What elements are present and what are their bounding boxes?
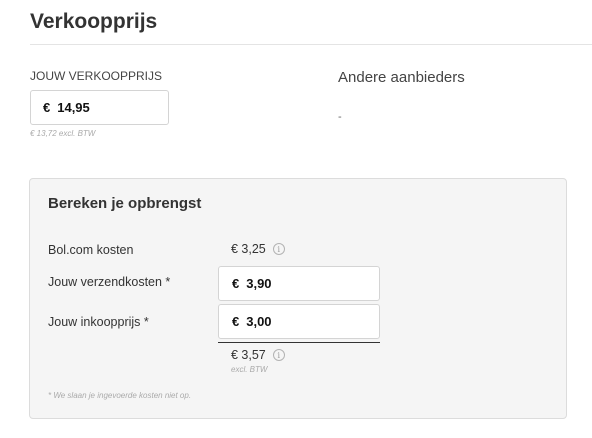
- calculator-title: Bereken je opbrengst: [48, 195, 202, 212]
- other-sellers-title: Andere aanbieders: [338, 69, 465, 86]
- info-icon[interactable]: i: [272, 349, 285, 361]
- purchase-price-input[interactable]: € 3,00: [218, 304, 380, 339]
- revenue-result-value: € 3,57: [231, 348, 266, 362]
- currency-symbol: €: [232, 276, 240, 291]
- title-divider: [30, 44, 592, 45]
- selling-price-excl-vat: € 13,72 excl. BTW: [30, 129, 96, 138]
- selling-price-value: 14,95: [57, 100, 90, 115]
- purchase-price-label: Jouw inkoopprijs *: [48, 315, 149, 329]
- shipping-costs-label: Jouw verzendkosten *: [48, 275, 171, 289]
- currency-symbol: €: [232, 314, 240, 329]
- shipping-costs-input[interactable]: € 3,90: [218, 266, 380, 301]
- bol-costs-value-group: € 3,25 i: [231, 242, 285, 256]
- bol-costs-label: Bol.com kosten: [48, 243, 134, 257]
- page-title: Verkoopprijs: [30, 10, 158, 33]
- footnote: * We slaan je ingevoerde kosten niet op.: [48, 391, 192, 400]
- info-icon[interactable]: i: [272, 243, 285, 255]
- shipping-costs-value: 3,90: [246, 276, 272, 291]
- selling-price-label: JOUW VERKOOPPRIJS: [30, 69, 163, 83]
- other-sellers-value: -: [338, 111, 342, 123]
- currency-symbol: €: [43, 100, 51, 115]
- revenue-calculator-panel: Bereken je opbrengst Bol.com kosten € 3,…: [29, 178, 567, 419]
- bol-costs-value: € 3,25: [231, 242, 266, 256]
- sum-divider: [218, 342, 380, 343]
- revenue-result-group: € 3,57 i: [231, 348, 285, 362]
- purchase-price-value: 3,00: [246, 314, 272, 329]
- selling-price-input[interactable]: € 14,95: [30, 90, 169, 125]
- revenue-excl-vat: excl. BTW: [231, 365, 268, 374]
